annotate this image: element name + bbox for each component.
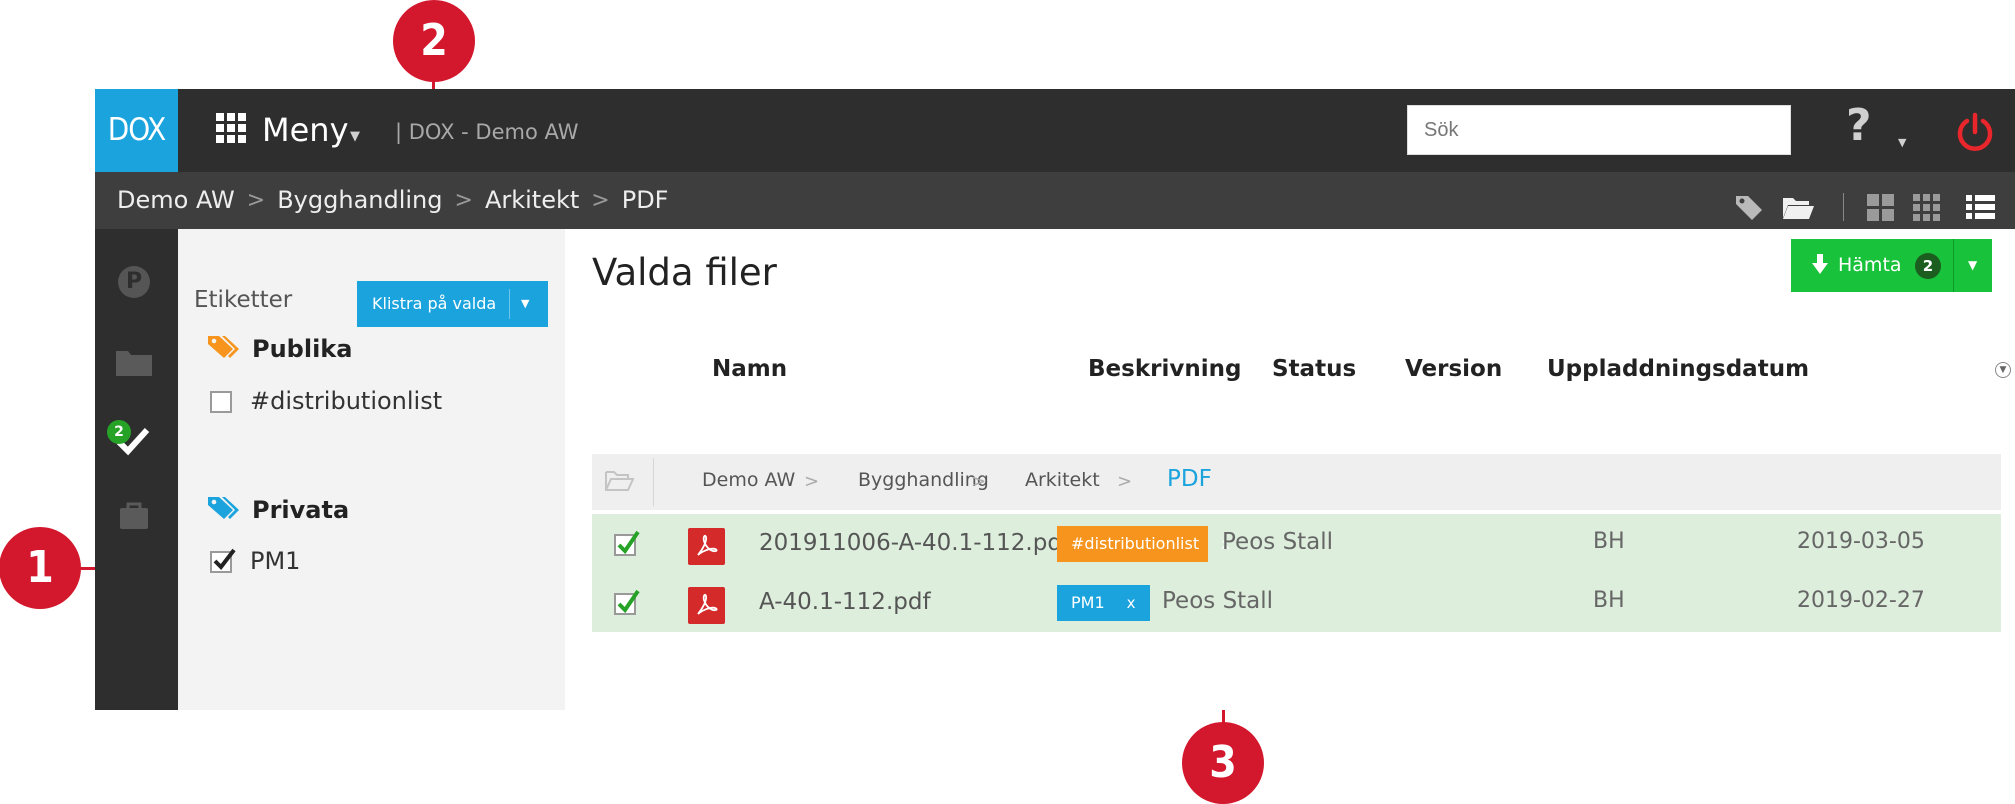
download-button[interactable]: Hämta 2 ▼ [1791,239,1992,292]
app-title: | DOX - Demo AW [395,120,579,144]
download-count-badge: 2 [1915,253,1941,279]
path-item-current[interactable]: PDF [1167,466,1212,492]
tags-panel-title: Etiketter [194,287,293,313]
app-window: DOX Meny ▼ | DOX - Demo AW ? ▼ Demo AW >… [95,89,2015,710]
list-view-icon[interactable] [1963,190,1997,224]
folder-path-row: Demo AW > Bygghandling > Arkitekt > PDF [592,454,2001,510]
path-item[interactable]: Bygghandling [858,469,989,491]
tag-checkbox-distributionlist[interactable] [210,391,232,413]
main-content: Valda filer Hämta 2 ▼ Namn Beskrivning S… [565,229,2015,710]
file-name[interactable]: 201911006-A-40.1-112.pdf [759,530,1070,556]
file-upload-date: 2019-02-27 [1797,588,1925,613]
top-bar: DOX Meny ▼ | DOX - Demo AW ? ▼ [95,89,2015,172]
callout-2: 2 [393,0,475,82]
file-version: BH [1593,529,1625,554]
menu-grid-icon[interactable] [216,113,246,143]
remove-tag-icon[interactable]: x [1127,594,1136,612]
table-row[interactable]: A-40.1-112.pdf PM1 x Peos Stall BH 2019-0… [592,573,2001,632]
file-upload-date: 2019-03-05 [1797,529,1925,554]
sort-desc-icon[interactable]: ▼ [1995,362,2011,378]
toolbar-divider [1843,193,1844,221]
chevron-right-icon: > [971,471,987,492]
download-button-label: Hämta [1838,254,1902,276]
download-arrow-icon [1812,254,1828,274]
page-title: Valda filer [592,251,777,294]
file-description: Peos Stall [1222,529,1334,555]
checkmark-icon [213,548,236,571]
apply-to-selected-button[interactable]: Klistra på valda ▼ [357,281,548,327]
large-grid-view-icon[interactable] [1863,190,1897,224]
breadcrumb-item[interactable]: PDF [622,186,669,214]
file-tag-distributionlist[interactable]: #distributionlist x [1057,526,1230,562]
breadcrumb-item[interactable]: Demo AW [117,186,235,214]
breadcrumb-item[interactable]: Arkitekt [485,186,579,214]
power-icon[interactable] [1954,111,1996,153]
pdf-file-icon [688,528,725,565]
file-description: Peos Stall [1162,588,1274,614]
menu-caret-icon[interactable]: ▼ [350,129,360,144]
folder-icon[interactable] [115,349,153,377]
path-item[interactable]: Arkitekt [1025,469,1100,491]
file-tag-label: PM1 [1071,593,1105,612]
callout-3: 3 [1182,722,1264,804]
chevron-down-icon[interactable]: ▼ [1968,258,1977,272]
small-grid-view-icon[interactable] [1909,190,1943,224]
breadcrumb-bar: Demo AW > Bygghandling > Arkitekt > PDF [95,172,2015,229]
column-header-version[interactable]: Version [1405,356,1502,382]
chevron-right-icon: > [246,187,266,213]
file-tag-pm1[interactable]: PM1 x [1057,585,1150,621]
search-input[interactable] [1407,105,1791,155]
tag-blue-icon [208,497,239,519]
chevron-right-icon: > [454,187,473,213]
dox-logo[interactable]: DOX [95,89,178,172]
breadcrumb: Demo AW > Bygghandling > Arkitekt > PDF [117,186,668,214]
row-checkbox[interactable] [614,589,640,615]
tags-panel: Etiketter Klistra på valda ▼ Publika #di… [178,229,565,710]
checked-count-badge: 2 [107,420,131,444]
file-name[interactable]: A-40.1-112.pdf [759,589,931,615]
chevron-right-icon: > [1117,471,1133,492]
breadcrumb-item[interactable]: Bygghandling [277,186,442,214]
file-version: BH [1593,588,1625,613]
help-caret-icon[interactable]: ▼ [1898,136,1906,149]
callout-1: 1 [0,527,81,609]
apply-button-label: Klistra på valda [372,294,497,313]
tag-checkbox-pm1[interactable] [210,548,236,573]
column-header-description[interactable]: Beskrivning [1088,356,1241,382]
public-tags-heading: Publika [252,335,353,363]
menu-button[interactable]: Meny [262,111,349,149]
tag-orange-icon [208,336,239,358]
table-row[interactable]: 201911006-A-40.1-112.pdf #distributionli… [592,514,2001,573]
column-header-upload-date[interactable]: Uppladdningsdatum [1547,356,1809,382]
column-header-status[interactable]: Status [1272,356,1356,382]
help-icon[interactable]: ? [1846,100,1872,151]
folder-open-icon[interactable] [1781,190,1815,224]
path-item[interactable]: Demo AW [702,469,795,491]
tags-icon[interactable] [1732,190,1766,224]
chevron-right-icon: > [591,187,610,213]
file-tag-label: #distributionlist [1071,534,1200,553]
chevron-down-icon[interactable]: ▼ [521,281,529,327]
row-checkbox[interactable] [614,530,640,556]
left-rail: P 2 [95,229,178,710]
chevron-right-icon: > [804,471,820,492]
column-header-name[interactable]: Namn [712,356,787,382]
tag-label-pm1[interactable]: PM1 [250,547,300,575]
tag-label-distributionlist[interactable]: #distributionlist [250,387,442,415]
folder-open-icon[interactable] [604,468,634,494]
parking-icon[interactable]: P [118,266,150,298]
briefcase-icon[interactable] [117,499,151,533]
private-tags-heading: Privata [252,496,350,524]
pdf-file-icon [688,587,725,624]
